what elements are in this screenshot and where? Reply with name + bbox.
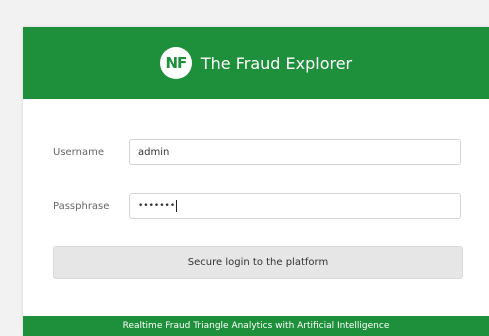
app-title: The Fraud Explorer [200,53,353,73]
username-input[interactable] [129,139,461,165]
card-footer: Realtime Fraud Triangle Analytics with A… [23,316,489,336]
passphrase-label: Passphrase [53,200,110,212]
username-row: Username [53,139,461,165]
username-label: Username [53,146,104,158]
text-caret [176,200,178,212]
nf-logo-icon: NF [159,47,192,79]
brand: NF The Fraud Explorer [159,47,353,79]
footer-tagline: Realtime Fraud Triangle Analytics with A… [122,321,390,331]
passphrase-mask: ••••••• [138,201,176,211]
secure-login-button[interactable]: Secure login to the platform [53,246,463,279]
card-header: NF The Fraud Explorer [23,27,489,99]
passphrase-input[interactable]: ••••••• [129,193,461,219]
passphrase-row: Passphrase ••••••• [53,193,461,219]
login-page: NF The Fraud Explorer Username Passphras… [0,0,489,336]
login-card: NF The Fraud Explorer Username Passphras… [23,27,489,336]
